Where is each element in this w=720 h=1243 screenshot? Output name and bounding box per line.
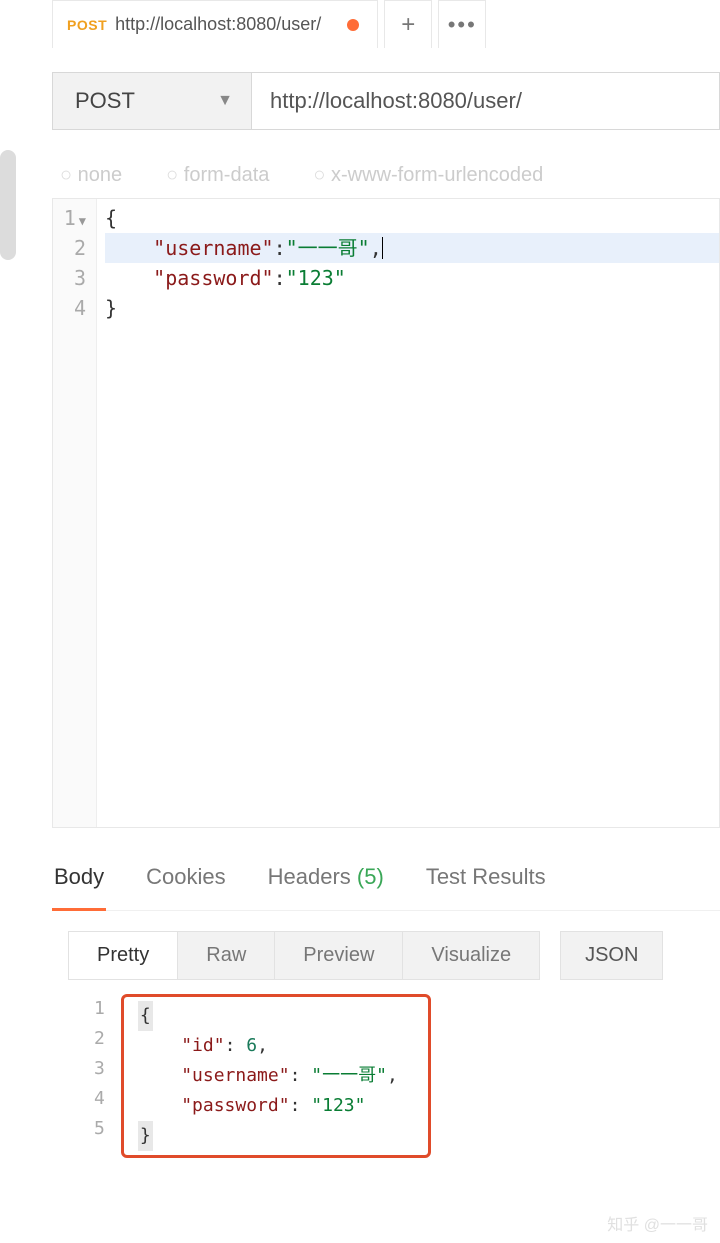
- method-select[interactable]: POST ▼: [52, 72, 252, 130]
- url-input[interactable]: [252, 72, 720, 130]
- tab-headers-label: Headers: [268, 864, 351, 889]
- radio-none[interactable]: none: [60, 164, 122, 192]
- view-raw[interactable]: Raw: [178, 932, 275, 979]
- tab-method-badge: POST: [67, 17, 107, 33]
- radio-form-data[interactable]: form-data: [166, 164, 269, 192]
- request-tab[interactable]: POST http://localhost:8080/user/: [52, 0, 378, 48]
- response-tabs: Body Cookies Headers (5) Test Results: [52, 864, 720, 911]
- tab-body[interactable]: Body: [52, 864, 106, 911]
- tab-title: http://localhost:8080/user/: [115, 14, 321, 35]
- tab-cookies[interactable]: Cookies: [144, 864, 227, 900]
- request-body-editor[interactable]: 1▼ 2 3 4 { "username":"一一哥", "password":…: [52, 198, 720, 828]
- new-tab-button[interactable]: +: [384, 0, 432, 48]
- headers-count: (5): [357, 864, 384, 889]
- tab-test-results[interactable]: Test Results: [424, 864, 548, 900]
- view-visualize[interactable]: Visualize: [403, 932, 539, 979]
- fold-icon[interactable]: ▼: [79, 214, 86, 228]
- scrollbar-thumb[interactable]: [0, 150, 16, 260]
- tab-bar: POST http://localhost:8080/user/ + •••: [24, 0, 720, 48]
- tab-overflow-button[interactable]: •••: [438, 0, 486, 48]
- radio-xwww[interactable]: x-www-form-urlencoded: [313, 164, 543, 192]
- text-cursor: [382, 237, 384, 259]
- view-modes: Pretty Raw Preview Visualize JSON: [68, 931, 720, 980]
- editor-gutter: 1▼ 2 3 4: [53, 199, 97, 827]
- body-type-radios: none form-data x-www-form-urlencoded: [52, 164, 720, 192]
- view-pretty[interactable]: Pretty: [69, 932, 178, 979]
- tab-headers[interactable]: Headers (5): [266, 864, 386, 900]
- caret-down-icon: ▼: [217, 92, 233, 110]
- view-preview[interactable]: Preview: [275, 932, 403, 979]
- watermark: 知乎 @一一哥: [607, 1211, 708, 1235]
- response-gutter: 1 2 3 4 5: [94, 994, 121, 1158]
- response-lang-select[interactable]: JSON: [560, 931, 663, 980]
- editor-code[interactable]: { "username":"一一哥", "password":"123" }: [97, 199, 719, 827]
- view-mode-group: Pretty Raw Preview Visualize: [68, 931, 540, 980]
- request-row: POST ▼: [52, 72, 720, 130]
- method-label: POST: [75, 88, 135, 114]
- response-body: 1 2 3 4 5 { "id": 6, "username": "一一哥", …: [94, 994, 720, 1158]
- response-json-highlight[interactable]: { "id": 6, "username": "一一哥", "password"…: [121, 994, 431, 1158]
- unsaved-dot-icon: [347, 19, 359, 31]
